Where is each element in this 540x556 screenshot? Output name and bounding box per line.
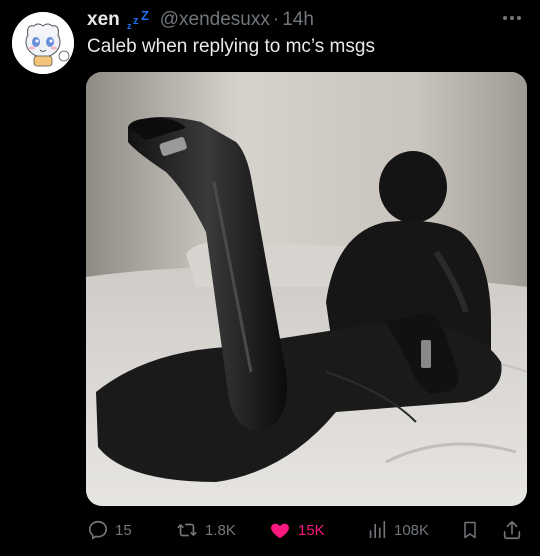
- svg-text:Z: Z: [141, 9, 149, 23]
- reply-button[interactable]: 15: [87, 514, 132, 546]
- separator-dot: ·: [272, 9, 280, 30]
- view-count: 108K: [394, 521, 430, 539]
- bookmark-icon: [464, 521, 476, 539]
- tweet-actions: 15 1.8K 15K 108K: [87, 514, 527, 546]
- avatar[interactable]: [12, 12, 74, 74]
- share-button[interactable]: [501, 514, 523, 546]
- svg-text:z: z: [127, 21, 132, 31]
- anime-character-avatar-icon: [12, 12, 74, 74]
- timestamp[interactable]: 14h: [282, 9, 314, 31]
- user-handle[interactable]: @xendesuxx: [160, 9, 270, 31]
- retweet-icon: [177, 523, 197, 537]
- like-count: 15K: [298, 521, 325, 539]
- reply-icon: [88, 520, 108, 540]
- heart-filled-icon: [271, 523, 289, 539]
- svg-text:z: z: [133, 15, 139, 27]
- reply-count: 15: [115, 521, 132, 539]
- share-icon: [503, 520, 521, 540]
- retweet-count: 1.8K: [205, 521, 236, 539]
- tweet-text: Caleb when replying to mc’s msgs: [87, 36, 375, 57]
- photo-person-lying-on-bed-with-boots-icon: [86, 72, 527, 506]
- zzz-sleep-icon: z z Z: [126, 8, 154, 31]
- display-name[interactable]: xen: [87, 9, 120, 31]
- like-button[interactable]: 15K: [268, 514, 325, 546]
- bookmark-button[interactable]: [460, 514, 480, 546]
- retweet-button[interactable]: 1.8K: [175, 514, 236, 546]
- bar-chart-icon: [369, 520, 386, 539]
- views-button[interactable]: 108K: [366, 514, 429, 546]
- tweet-media-photo[interactable]: [86, 72, 527, 506]
- tweet[interactable]: xen z z Z @xendesuxx · 14h Caleb when re…: [0, 0, 540, 556]
- more-options-icon[interactable]: [500, 8, 524, 28]
- tweet-header: xen z z Z @xendesuxx · 14h: [87, 8, 314, 31]
